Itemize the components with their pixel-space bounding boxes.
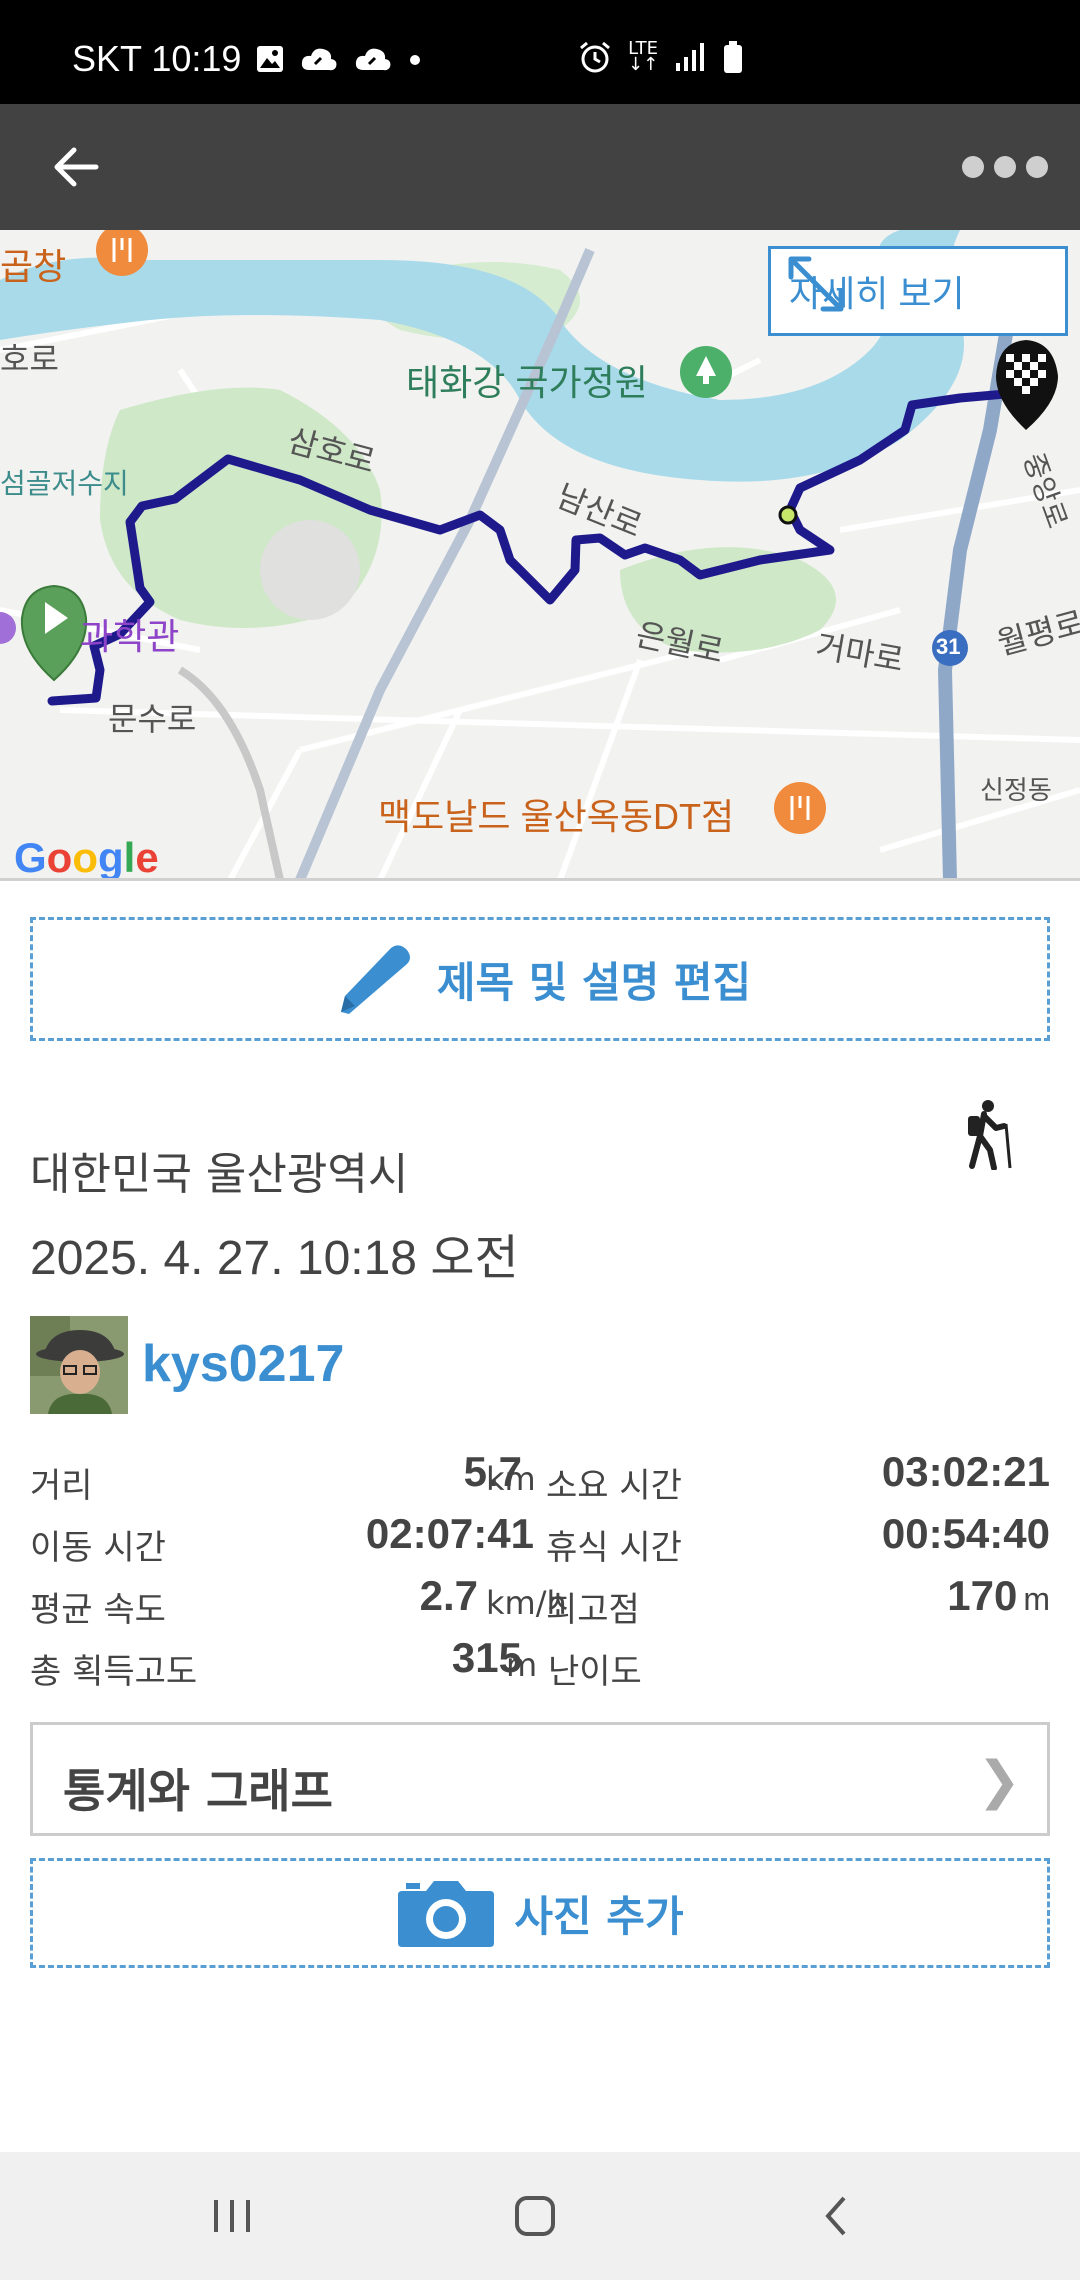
battery-icon [724, 41, 743, 73]
back-icon [825, 2196, 846, 2236]
map-label-reservoir: 섬골저수지 [0, 468, 129, 499]
route-map[interactable]: 곱창 호로 태화강 국가정원 삼호로 섬골저수지 남산로 과학관 은월로 거마로… [0, 230, 1080, 880]
map-label-restaurant-top: 곱창 [0, 246, 67, 287]
status-left: SKT 10:19 [72, 38, 423, 80]
restaurant-icon [774, 782, 826, 834]
stat-label: 소요 시간 [546, 1466, 682, 1506]
stat-value-number: 170 [947, 1572, 1018, 1619]
hiker-icon [968, 1100, 1012, 1170]
system-back-button[interactable] [776, 2152, 896, 2280]
stat-label: 총 획득고도 [30, 1652, 198, 1692]
stat-unit: km [486, 1460, 536, 1498]
map-divider [0, 878, 1080, 881]
signal-icon [676, 43, 705, 71]
stat-label: 휴식 시간 [546, 1528, 682, 1568]
gallery-icon [257, 46, 284, 72]
stat-row: 평균 속도 2.7 km/h 최고점 170 m [30, 1572, 1050, 1634]
user-avatar[interactable] [30, 1316, 128, 1414]
stats-graph-label: 통계와 그래프 [63, 1764, 333, 1818]
stat-unit: m [506, 1646, 538, 1684]
stat-label: 난이도 [548, 1652, 642, 1692]
stat-label: 거리 [30, 1466, 93, 1506]
expand-icon [788, 256, 844, 312]
status-right: LTE ↓↑ [578, 40, 744, 74]
activity-datetime: 2025. 4. 27. 10:18 오전 [30, 1232, 519, 1285]
more-dot [1026, 156, 1048, 178]
stat-row: 총 획득고도 315 m 난이도 [30, 1634, 1050, 1696]
home-button[interactable] [475, 2152, 595, 2280]
stat-row: 거리 5.7 km 소요 시간 03:02:21 [30, 1448, 1050, 1510]
cloud-icon [302, 48, 337, 71]
recent-apps-button[interactable] [172, 2152, 292, 2280]
stat-label: 평균 속도 [30, 1590, 166, 1630]
map-label-route-31: 31 [936, 634, 961, 659]
stats-graph-button[interactable]: 통계와 그래프 ❯ [30, 1722, 1050, 1836]
stat-unit: m [1023, 1581, 1050, 1617]
map-label-mcdonalds: 맥도날드 울산옥동DT점 [378, 796, 735, 837]
chevron-right-icon: ❯ [977, 1751, 1021, 1811]
google-logo: Google [14, 834, 159, 880]
lte-label: LTE [628, 38, 659, 59]
map-label-museum: 과학관 [80, 616, 180, 657]
status-bar: SKT 10:19 LTE ↓↑ [0, 0, 1080, 104]
pencil-icon [340, 945, 410, 1014]
edit-title-button[interactable]: 제목 및 설명 편집 [30, 917, 1050, 1041]
username[interactable]: kys0217 [142, 1334, 344, 1394]
system-nav-bar [0, 2152, 1080, 2280]
more-options-button[interactable] [962, 144, 1048, 190]
tree-icon [680, 346, 732, 398]
map-label-road-left: 호로 [0, 341, 59, 377]
more-dot [962, 156, 984, 178]
stat-value: 2.7 [419, 1572, 478, 1619]
map-label-sinjeong-dong: 신정동 [980, 775, 1052, 805]
stat-value: 02:07:41 [365, 1510, 534, 1557]
app-bar [0, 104, 1080, 230]
stat-row: 이동 시간 02:07:41 휴식 시간 00:54:40 [30, 1510, 1050, 1572]
stat-value: 00:54:40 [881, 1510, 1050, 1557]
stat-label: 이동 시간 [30, 1528, 166, 1568]
waypoint-marker [778, 505, 798, 525]
view-detail-button[interactable]: 자세히 보기 [768, 246, 1068, 336]
home-icon [515, 2196, 555, 2236]
stats-table: 거리 5.7 km 소요 시간 03:02:21 이동 시간 02:07:41 … [30, 1448, 1050, 1696]
lte-icon: LTE ↓↑ [628, 38, 659, 75]
stat-label: 최고점 [546, 1590, 640, 1630]
start-marker [20, 584, 88, 682]
recent-apps-icon [214, 2200, 250, 2232]
museum-icon [0, 612, 16, 644]
back-button[interactable] [44, 134, 110, 200]
avatar-image [30, 1316, 128, 1414]
dot-icon [410, 55, 421, 65]
alarm-icon [580, 41, 610, 73]
carrier-time: SKT 10:19 [72, 38, 242, 79]
reservoir-area [260, 520, 360, 620]
map-label-park: 태화강 국가정원 [406, 362, 648, 403]
cloud-icon [356, 48, 391, 71]
arrow-left-icon [54, 147, 99, 187]
add-photo-label: 사진 추가 [514, 1891, 684, 1941]
more-dot [994, 156, 1016, 178]
edit-title-label: 제목 및 설명 편집 [436, 957, 752, 1007]
activity-location: 대한민국 울산광역시 [30, 1149, 409, 1200]
map-label-munsu-ro: 문수로 [108, 701, 197, 737]
add-photo-button[interactable]: 사진 추가 [30, 1858, 1050, 1968]
stat-value: 03:02:21 [881, 1448, 1050, 1495]
camera-icon [398, 1881, 495, 1947]
stat-value: 170 m [947, 1572, 1050, 1620]
finish-marker [996, 340, 1058, 430]
